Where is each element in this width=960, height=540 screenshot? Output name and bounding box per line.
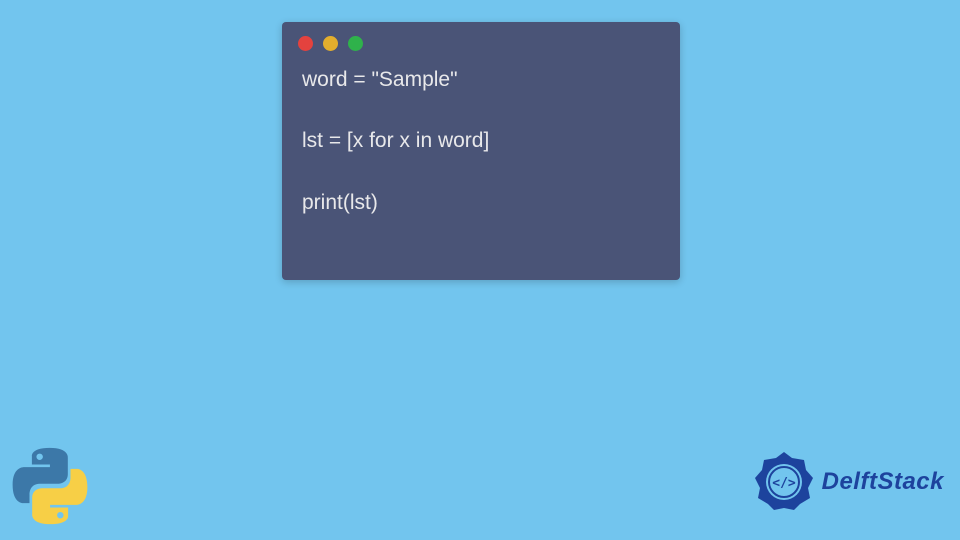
maximize-dot-icon xyxy=(348,36,363,51)
code-line-2: lst = [x for x in word] xyxy=(302,126,660,155)
delftstack-branding: </> DelftStack xyxy=(752,450,944,514)
window-controls xyxy=(282,22,680,59)
python-logo-icon xyxy=(10,446,90,526)
code-blank-line xyxy=(302,94,660,126)
code-blank-line xyxy=(302,156,660,188)
close-dot-icon xyxy=(298,36,313,51)
code-line-3: print(lst) xyxy=(302,188,660,217)
code-block: word = "Sample" lst = [x for x in word] … xyxy=(282,59,680,233)
code-window: word = "Sample" lst = [x for x in word] … xyxy=(282,22,680,280)
svg-text:</>: </> xyxy=(772,476,796,491)
delftstack-badge-icon: </> xyxy=(752,450,816,514)
minimize-dot-icon xyxy=(323,36,338,51)
code-line-1: word = "Sample" xyxy=(302,65,660,94)
brand-name: DelftStack xyxy=(822,468,944,496)
